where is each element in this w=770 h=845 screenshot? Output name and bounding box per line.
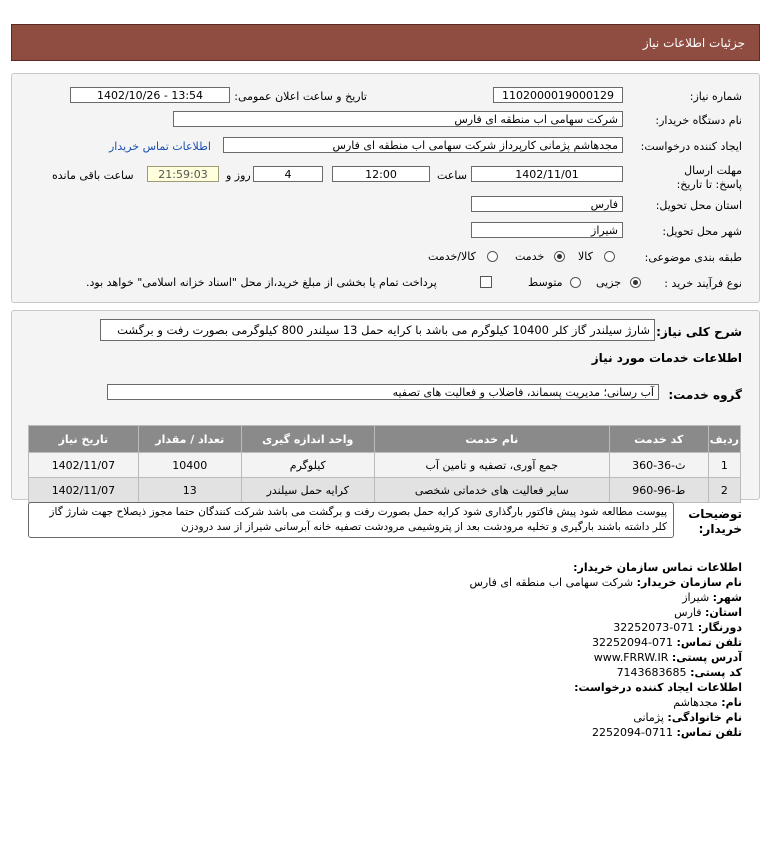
- buyer-notes-box: پیوست مطالعه شود پیش فاکتور بارگذاری شود…: [28, 502, 674, 538]
- remaining-time-field: 21:59:03: [147, 166, 219, 182]
- buyer-notes-label: توضیحات خریدار:: [688, 507, 742, 536]
- contact-city-value: شیراز: [682, 591, 710, 604]
- postal-value: 7143683685: [616, 666, 687, 679]
- page-title: جزئیات اطلاعات نیاز: [642, 36, 745, 50]
- description-field[interactable]: شارژ سیلندر گاز کلر 10400 کیلوگرم می باش…: [100, 319, 655, 341]
- web-value: www.FRRW.IR: [593, 651, 669, 664]
- family-label: نام خانوادگی:: [667, 711, 742, 724]
- service-group-field[interactable]: آب رسانی؛ مدیریت پسماند، فاضلاب و فعالیت…: [107, 384, 659, 400]
- announce-date-field[interactable]: 1402/10/26 - 13:54: [70, 87, 230, 103]
- buyer-org-label: نام دستگاه خریدار:: [655, 114, 742, 127]
- row-name: سایر فعالیت های خدماتی شخصی: [373, 477, 610, 503]
- row-date: 1402/11/07: [28, 452, 139, 478]
- buyer-contact-link[interactable]: اطلاعات تماس خریدار: [109, 140, 211, 153]
- city-label: شهر محل تحویل:: [662, 225, 742, 238]
- creator-phone-label: تلفن تماس:: [676, 726, 742, 739]
- process-medium-label: متوسط: [528, 276, 563, 289]
- deadline-time-field[interactable]: 12:00: [332, 166, 430, 182]
- col-unit: واحد اندازه گیری: [240, 425, 375, 453]
- category-service-label: خدمت: [515, 250, 545, 263]
- treasury-text: پرداخت تمام یا بخشی از مبلغ خرید،از محل …: [86, 276, 437, 289]
- row-code: ث-36-360: [608, 452, 709, 478]
- announce-label: تاریخ و ساعت اعلان عمومی:: [234, 90, 367, 103]
- process-minor-label: جزیی: [596, 276, 622, 289]
- phone-value: 071-32252094: [592, 636, 674, 649]
- fax-label: دورنگار:: [697, 621, 742, 634]
- row-name: جمع آوری، تصفیه و تامین آب: [373, 452, 610, 478]
- category-label: طبقه بندی موضوعی:: [644, 251, 742, 264]
- city-field[interactable]: شیراز: [471, 222, 623, 238]
- category-goods-label: کالا: [578, 250, 593, 263]
- name-label: نام:: [721, 696, 742, 709]
- creator-info-title: اطلاعات ایجاد کننده درخواست:: [574, 681, 742, 694]
- category-goods-service-label: کالا/خدمت: [428, 250, 476, 263]
- col-date: تاریخ نیاز: [28, 425, 139, 453]
- days-label: روز و: [226, 169, 251, 182]
- col-qty: تعداد / مقدار: [137, 425, 242, 453]
- process-label: نوع فرآیند خرید :: [664, 277, 742, 290]
- row-unit: کیلوگرم: [240, 452, 375, 478]
- remaining-label: ساعت باقی مانده: [52, 169, 134, 182]
- family-value: پژمانی: [633, 711, 664, 724]
- row-qty: 10400: [137, 452, 242, 478]
- postal-label: کد پستی:: [690, 666, 742, 679]
- category-radio-service[interactable]: [554, 251, 565, 262]
- province-label: استان محل تحویل:: [655, 199, 742, 212]
- description-label: شرح کلی نیاز:: [656, 325, 742, 339]
- row-index: 2: [707, 477, 742, 503]
- contact-city-label: شهر:: [712, 591, 742, 604]
- table-row[interactable]: 2 ط-96-960 سایر فعالیت های خدماتی شخصی ک…: [28, 477, 742, 503]
- buyer-contact-info: اطلاعات تماس سازمان خریدار: نام سازمان خ…: [22, 560, 743, 740]
- col-name: نام خدمت: [373, 425, 610, 453]
- days-field[interactable]: 4: [253, 166, 323, 182]
- category-radio-goods-service[interactable]: [487, 251, 498, 262]
- row-date: 1402/11/07: [28, 477, 139, 503]
- fax-value: 071-32252073: [613, 621, 695, 634]
- need-info-panel: [11, 73, 760, 303]
- deadline-date-field[interactable]: 1402/11/01: [471, 166, 623, 182]
- services-section-title: اطلاعات خدمات مورد نیاز: [591, 351, 742, 365]
- col-code: کد خدمت: [608, 425, 709, 453]
- row-index: 1: [707, 452, 742, 478]
- row-unit: کرایه حمل سیلندر: [240, 477, 375, 503]
- services-table-header: ردیف کد خدمت نام خدمت واحد اندازه گیری ت…: [28, 425, 742, 453]
- org-label: نام سازمان خریدار:: [636, 576, 742, 589]
- org-value: شرکت سهامی اب منطقه ای فارس: [469, 576, 634, 589]
- need-number-field[interactable]: 1102000019000129: [493, 87, 623, 103]
- row-qty: 13: [137, 477, 242, 503]
- category-radio-goods[interactable]: [604, 251, 615, 262]
- creator-label: ایجاد کننده درخواست:: [640, 140, 742, 153]
- row-code: ط-96-960: [608, 477, 709, 503]
- creator-phone-value: 0711-2252094: [592, 726, 674, 739]
- service-group-label: گروه خدمت:: [668, 388, 742, 402]
- creator-field[interactable]: مجدهاشم پژمانی کارپرداز شرکت سهامی اب من…: [223, 137, 623, 153]
- province-field[interactable]: فارس: [471, 196, 623, 212]
- web-label: آدرس پستی:: [671, 651, 742, 664]
- process-radio-minor[interactable]: [630, 277, 641, 288]
- table-row[interactable]: 1 ث-36-360 جمع آوری، تصفیه و تامین آب کی…: [28, 452, 742, 478]
- col-index: ردیف: [707, 425, 742, 453]
- deadline-label: مهلت ارسال پاسخ: تا تاریخ:: [676, 164, 742, 191]
- page-header: جزئیات اطلاعات نیاز: [11, 24, 760, 61]
- phone-label: تلفن تماس:: [676, 636, 742, 649]
- time-label: ساعت: [437, 169, 467, 182]
- contact-title: اطلاعات تماس سازمان خریدار:: [573, 561, 742, 574]
- contact-province-value: فارس: [674, 606, 702, 619]
- contact-province-label: استان:: [705, 606, 742, 619]
- need-number-label: شماره نیاز:: [689, 90, 742, 103]
- services-table: ردیف کد خدمت نام خدمت واحد اندازه گیری ت…: [28, 425, 742, 503]
- treasury-checkbox[interactable]: [480, 276, 492, 288]
- process-radio-medium[interactable]: [570, 277, 581, 288]
- name-value: مجدهاشم: [673, 696, 718, 709]
- buyer-org-field[interactable]: شرکت سهامی اب منطقه ای فارس: [173, 111, 623, 127]
